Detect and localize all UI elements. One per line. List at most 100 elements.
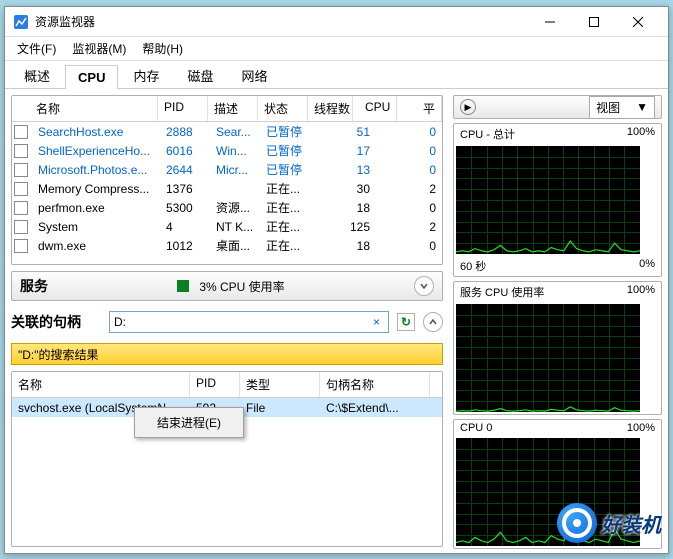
cell-name: Microsoft.Photos.e...	[32, 162, 160, 178]
col-pid[interactable]: PID	[158, 96, 208, 121]
col-name[interactable]: 名称	[30, 96, 158, 121]
hcol-handle[interactable]: 句柄名称	[320, 372, 430, 397]
cell-name: SearchHost.exe	[32, 124, 160, 140]
cell-type: File	[240, 400, 320, 416]
cell-status: 正在...	[260, 217, 310, 236]
hcol-type[interactable]: 类型	[240, 372, 320, 397]
row-checkbox[interactable]	[14, 201, 28, 215]
clear-search-icon[interactable]: ×	[369, 315, 384, 329]
cell-cpu: 0	[376, 200, 442, 216]
cell-pid: 4	[160, 219, 210, 235]
menu-help[interactable]: 帮助(H)	[134, 38, 191, 59]
col-threads[interactable]: 线程数	[308, 96, 353, 121]
chart-cpu-service-max: 100%	[627, 284, 655, 300]
table-row[interactable]: Memory Compress...1376正在...302	[12, 179, 442, 198]
cell-name: dwm.exe	[32, 238, 160, 254]
cell-cpu: 0	[376, 124, 442, 140]
tab-overview[interactable]: 概述	[11, 61, 63, 89]
cell-name: Memory Compress...	[32, 181, 160, 197]
col-cpu[interactable]: CPU	[353, 96, 398, 121]
context-menu-end-process[interactable]: 结束进程(E)	[137, 410, 241, 435]
table-row[interactable]: dwm.exe1012桌面...正在...180	[12, 236, 442, 255]
cell-threads: 13	[310, 162, 376, 178]
search-results-bar: "D:"的搜索结果	[11, 343, 443, 365]
handles-search-header: 关联的句柄 × ↻	[11, 307, 443, 337]
menu-monitor[interactable]: 监视器(M)	[64, 38, 134, 59]
app-icon	[13, 14, 29, 30]
tab-disk[interactable]: 磁盘	[174, 61, 226, 89]
tab-memory[interactable]: 内存	[120, 61, 172, 89]
chart-cpu-service-canvas	[456, 304, 640, 412]
handles-search-input[interactable]	[114, 315, 369, 329]
row-checkbox[interactable]	[14, 144, 28, 158]
cell-status: 已暂停	[260, 160, 310, 179]
cell-status: 正在...	[260, 198, 310, 217]
table-row[interactable]: perfmon.exe5300资源...正在...180	[12, 198, 442, 217]
chart-cpu-total-canvas	[456, 146, 640, 254]
col-desc[interactable]: 描述	[208, 96, 258, 121]
resource-monitor-window: 资源监视器 文件(F) 监视器(M) 帮助(H) 概述 CPU 内存 磁盘 网络…	[4, 6, 669, 554]
cell-desc: NT K...	[210, 219, 260, 235]
services-spark-icon	[177, 280, 189, 292]
tab-network[interactable]: 网络	[229, 61, 281, 89]
menubar: 文件(F) 监视器(M) 帮助(H)	[5, 37, 668, 61]
cell-threads: 51	[310, 124, 376, 140]
maximize-button[interactable]	[572, 8, 616, 36]
hcol-name[interactable]: 名称	[12, 372, 190, 397]
cell-desc: Sear...	[210, 124, 260, 140]
row-checkbox[interactable]	[14, 163, 28, 177]
chevron-down-icon: ▼	[636, 100, 648, 114]
processes-panel: 名称 PID 描述 状态 线程数 CPU 平 SearchHost.exe288…	[11, 95, 443, 265]
play-button[interactable]: ▶	[460, 99, 476, 115]
cell-pid: 2888	[160, 124, 210, 140]
cell-name: ShellExperienceHo...	[32, 143, 160, 159]
cell-status: 已暂停	[260, 122, 310, 141]
chart-toolbar: ▶ 视图 ▼	[453, 95, 662, 119]
cell-desc: 资源...	[210, 198, 260, 217]
row-checkbox[interactable]	[14, 220, 28, 234]
cell-cpu: 0	[376, 143, 442, 159]
chart-cpu-total: CPU - 总计 100% 60 秒 0%	[453, 123, 662, 277]
chart-cpu-service-title: 服务 CPU 使用率	[460, 284, 544, 300]
services-expand-button[interactable]	[414, 276, 434, 296]
table-row[interactable]: Microsoft.Photos.e...2644Micr...已暂停130	[12, 160, 442, 179]
hcol-pid[interactable]: PID	[190, 372, 240, 397]
table-row[interactable]: SearchHost.exe2888Sear...已暂停510	[12, 122, 442, 141]
handles-collapse-button[interactable]	[423, 312, 443, 332]
chart-cpu-total-xlabel: 60 秒	[460, 258, 486, 274]
cell-threads: 18	[310, 200, 376, 216]
minimize-button[interactable]	[528, 8, 572, 36]
cell-pid: 1376	[160, 181, 210, 197]
watermark: 好装机	[557, 503, 661, 543]
row-checkbox[interactable]	[14, 239, 28, 253]
handles-title: 关联的句柄	[11, 312, 101, 332]
chart-cpu-total-title: CPU - 总计	[460, 126, 515, 142]
tab-cpu[interactable]: CPU	[65, 65, 118, 89]
refresh-search-button[interactable]: ↻	[397, 313, 415, 331]
cell-threads: 18	[310, 238, 376, 254]
table-row[interactable]: ShellExperienceHo...6016Win...已暂停170	[12, 141, 442, 160]
cell-pid: 6016	[160, 143, 210, 159]
services-title: 服务	[20, 276, 48, 296]
close-button[interactable]	[616, 8, 660, 36]
context-menu: 结束进程(E)	[134, 407, 244, 438]
cell-desc: Micr...	[210, 162, 260, 178]
tabbar: 概述 CPU 内存 磁盘 网络	[5, 61, 668, 89]
menu-file[interactable]: 文件(F)	[9, 38, 64, 59]
cell-pid: 5300	[160, 200, 210, 216]
processes-body[interactable]: SearchHost.exe2888Sear...已暂停510ShellExpe…	[12, 122, 442, 264]
cell-threads: 17	[310, 143, 376, 159]
handles-header: 名称 PID 类型 句柄名称	[12, 372, 442, 398]
view-dropdown[interactable]: 视图 ▼	[589, 96, 655, 119]
row-checkbox[interactable]	[14, 182, 28, 196]
handles-search-wrap: ×	[109, 311, 389, 333]
services-header[interactable]: 服务 3% CPU 使用率	[11, 271, 443, 301]
cell-threads: 30	[310, 181, 376, 197]
col-avg[interactable]: 平	[397, 96, 442, 121]
cell-cpu: 2	[376, 181, 442, 197]
cell-name: System	[32, 219, 160, 235]
titlebar[interactable]: 资源监视器	[5, 7, 668, 37]
row-checkbox[interactable]	[14, 125, 28, 139]
table-row[interactable]: System4NT K...正在...1252	[12, 217, 442, 236]
col-status[interactable]: 状态	[258, 96, 308, 121]
